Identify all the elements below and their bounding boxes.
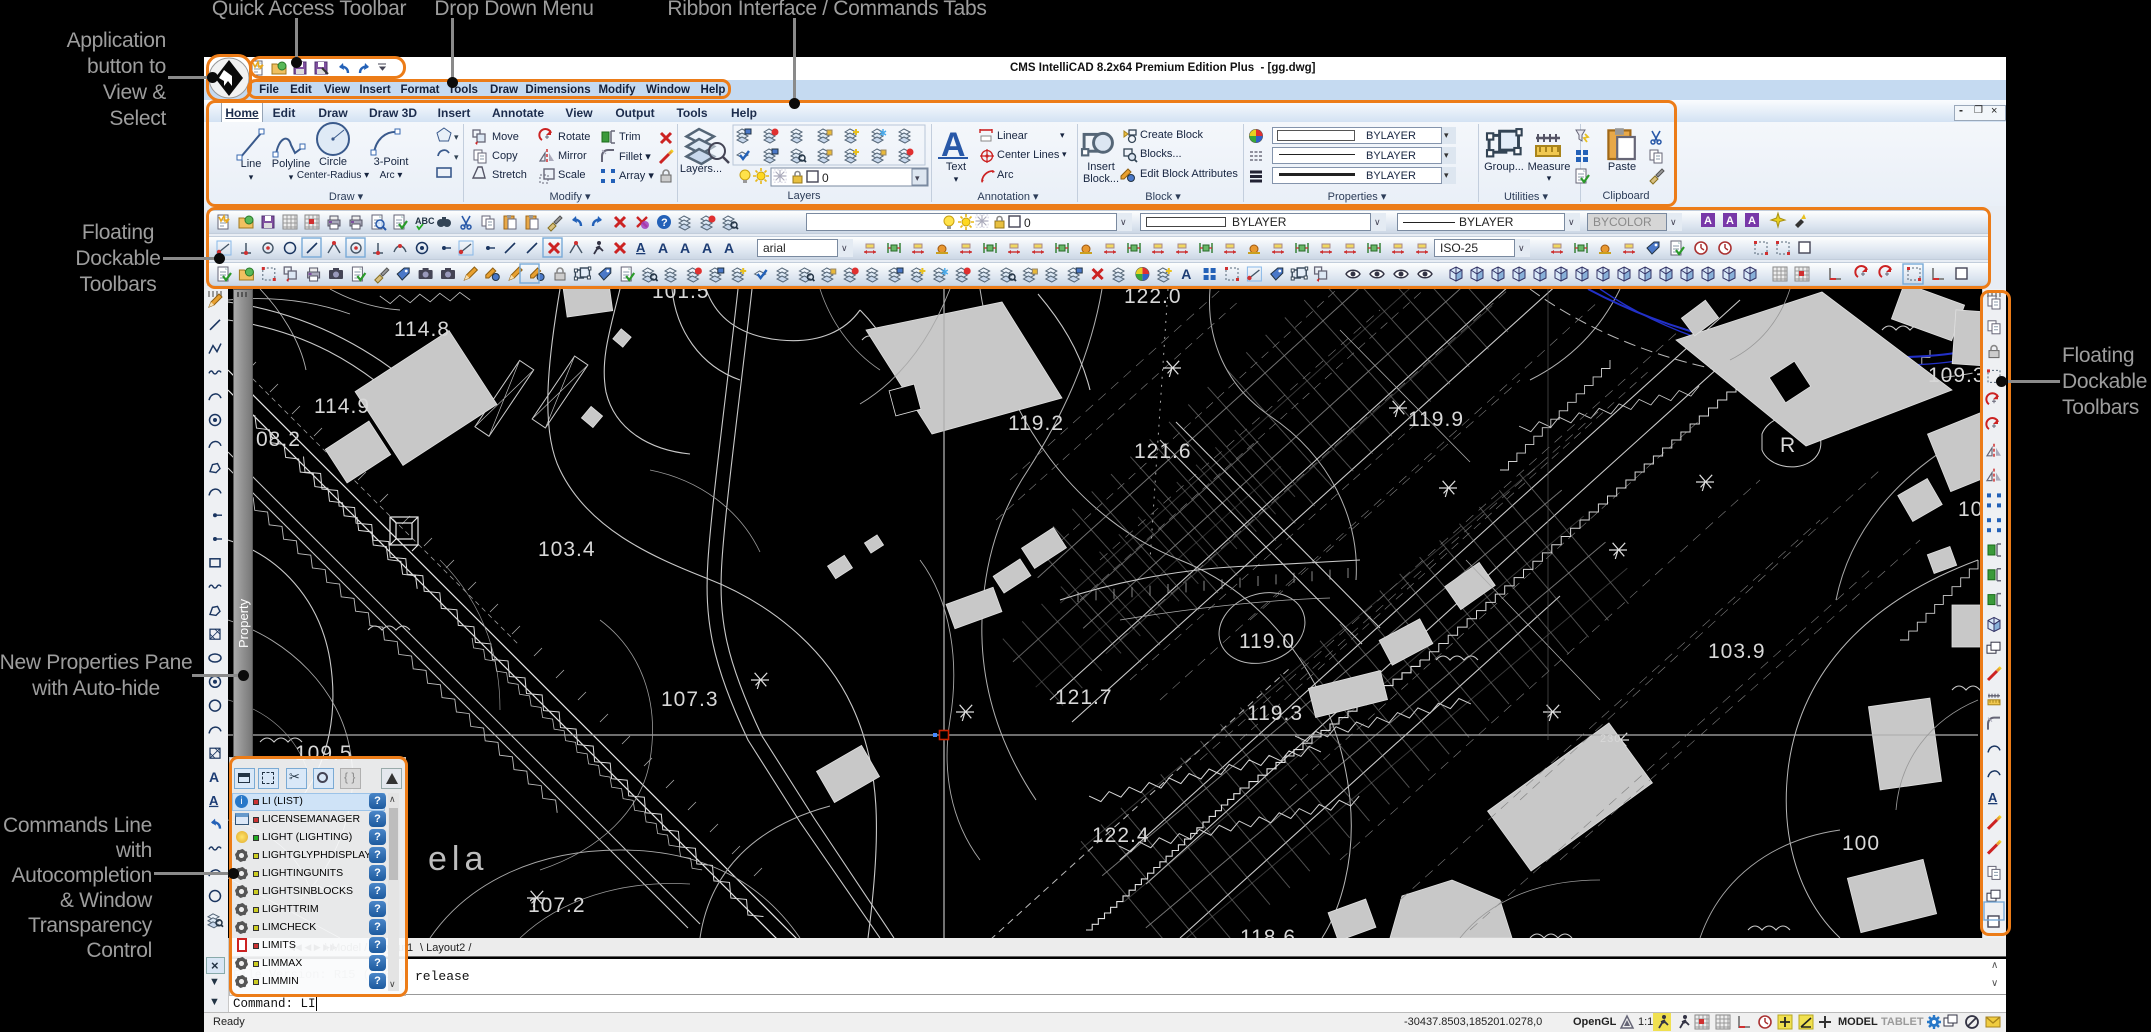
svg-text:▾: ▾ (454, 152, 459, 162)
svg-text:0: 0 (1024, 216, 1031, 230)
svg-text:▾: ▾ (454, 132, 459, 142)
svg-text:0: 0 (822, 171, 829, 185)
svg-text:▾: ▾ (915, 173, 920, 183)
